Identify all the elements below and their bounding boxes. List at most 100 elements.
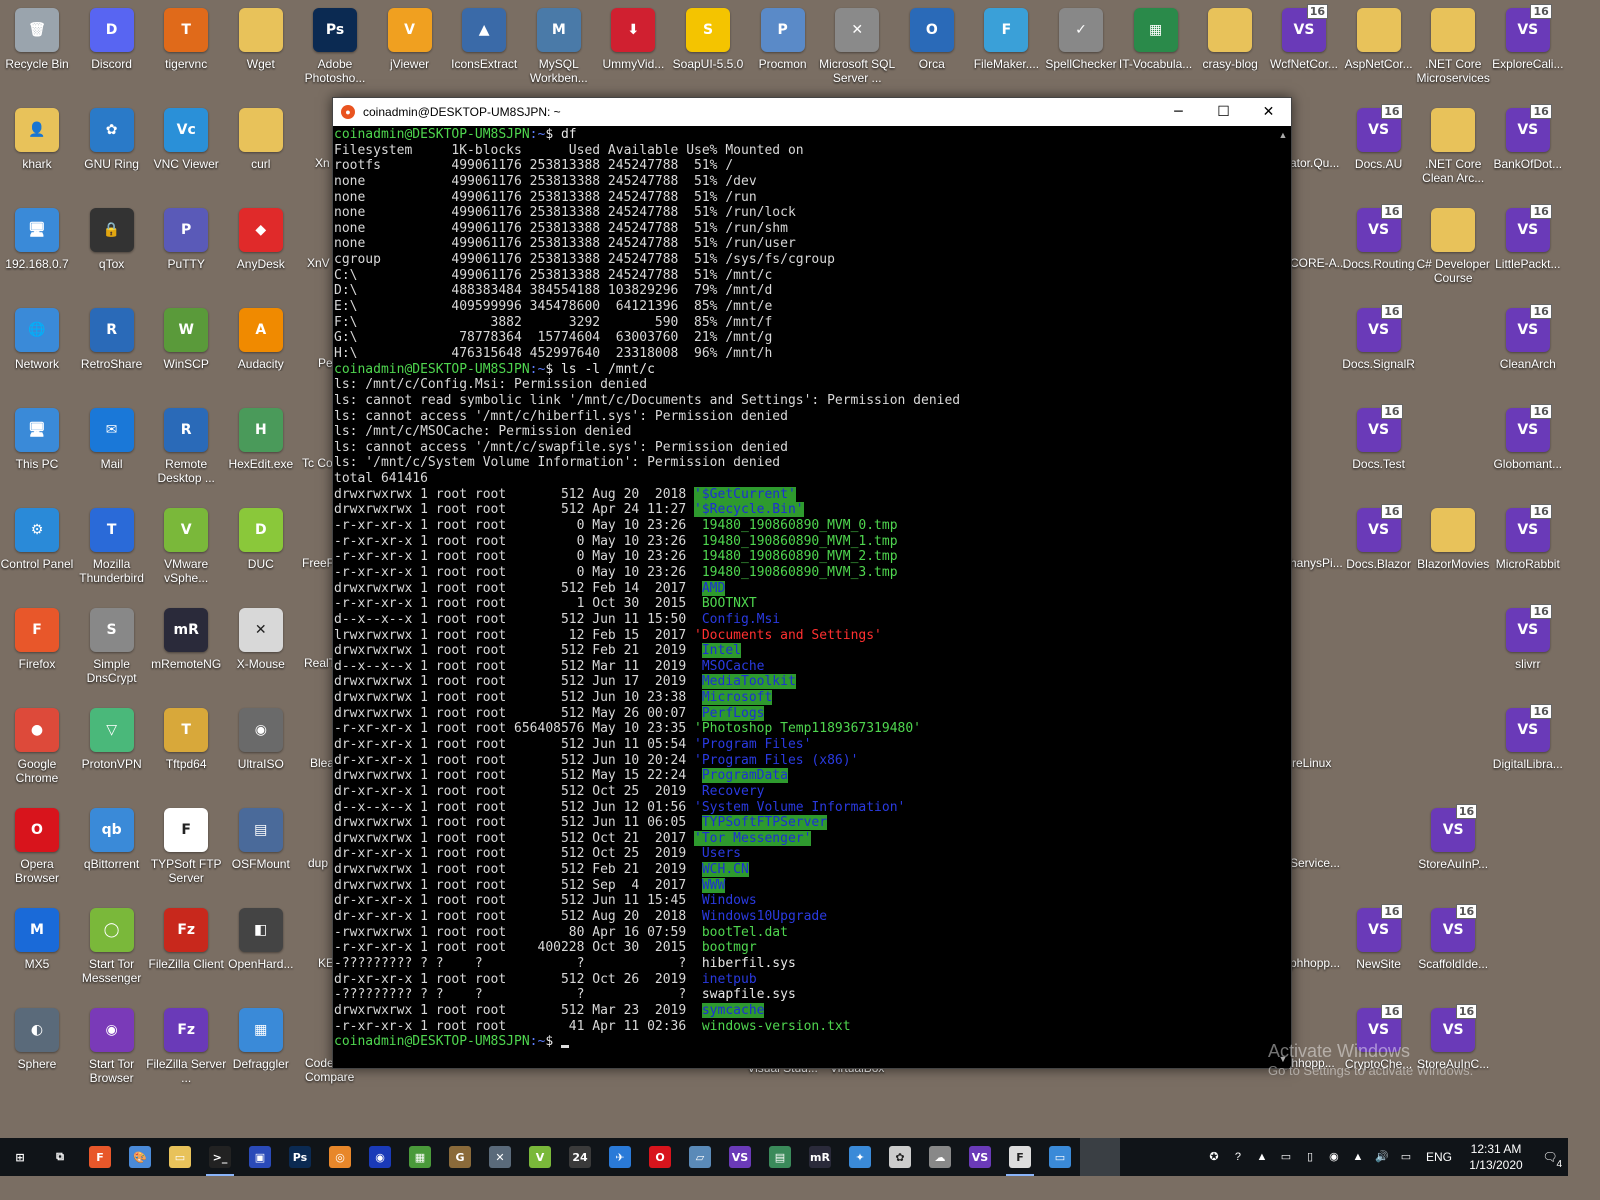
taskbar-save-app[interactable]: ▣ [240,1138,280,1176]
desktop-icon[interactable]: O Orca [895,0,969,96]
tray-icon[interactable]: ? [1230,1149,1246,1165]
partial-desktop-label[interactable]: CORE-A... [1290,256,1350,270]
taskbar-opera[interactable]: O [640,1138,680,1176]
tray-icon[interactable]: ▲ [1350,1149,1366,1165]
desktop-icon[interactable]: F Firefox [0,600,74,696]
tray-icon[interactable]: ✪ [1206,1149,1222,1165]
taskbar-typsoft[interactable]: F [1000,1138,1040,1176]
taskbar-cog-app[interactable]: ✿ [880,1138,920,1176]
desktop-icon[interactable]: C# Developer Course [1416,200,1490,296]
desktop-icon[interactable]: ◉ Start Tor Browser [75,1000,149,1096]
terminal-output[interactable]: coinadmin@DESKTOP-UM8SJPN:~$ df Filesyste… [333,127,1276,1067]
desktop-icon[interactable]: VjViewer [373,0,447,96]
desktop-icon[interactable]: Ttigervnc [149,0,223,96]
desktop-icon[interactable]: D DUC [224,500,298,596]
taskbar-network-app[interactable]: ✦ [840,1138,880,1176]
desktop-icon[interactable]: VS CleanArch [1491,300,1565,396]
taskbar-window-app[interactable]: ▭ [1040,1138,1080,1176]
desktop-icon[interactable]: ⬇ UmmyVid... [596,0,670,96]
tray-icon[interactable]: ◉ [1326,1149,1342,1165]
desktop-icon[interactable]: ✓ SpellChecker [1044,0,1118,96]
notification-center-button[interactable]: 🗨 4 [1532,1150,1568,1170]
desktop-icon[interactable]: VS NewSite [1342,900,1416,996]
desktop-icon[interactable]: ▽ ProtonVPN [75,700,149,796]
partial-desktop-label[interactable]: phhopp... [1290,956,1350,970]
task-view-button[interactable]: ⧉ [40,1138,80,1176]
tray-icon[interactable]: 🔊 [1374,1149,1390,1165]
desktop-icon[interactable]: ▦ IT-Vocabula... [1119,0,1193,96]
taskbar-paint[interactable]: 🎨 [120,1138,160,1176]
tray-icon[interactable]: ▲ [1254,1149,1270,1165]
taskbar-mremoteng[interactable]: mR [800,1138,840,1176]
taskbar-vs-code[interactable]: VS [960,1138,1000,1176]
partial-desktop-label[interactable]: ator.Qu... [1290,156,1350,170]
scroll-up-icon[interactable]: ▲ [1275,127,1291,143]
desktop-icon[interactable]: F FileMaker.... [969,0,1043,96]
desktop-icon[interactable]: ✉ Mail [75,400,149,496]
desktop-icon[interactable]: VS Docs.Blazor [1342,500,1416,596]
taskbar-mail-app[interactable]: ✈ [600,1138,640,1176]
desktop-icon[interactable]: ▤ OSFMount [224,800,298,896]
desktop-icon[interactable]: VS slivrr [1491,600,1565,696]
desktop-icon[interactable]: 🖥 192.168.0.7 [0,200,74,296]
minimize-button[interactable]: ─ [1156,98,1201,126]
desktop-icon[interactable]: ◉ UltraISO [224,700,298,796]
desktop-icon[interactable]: Wget [224,0,298,96]
desktop-icon[interactable]: ▦ Defraggler [224,1000,298,1096]
desktop-icon[interactable]: ◯ Start Tor Messenger [75,900,149,996]
desktop-icon[interactable]: 🔒 qTox [75,200,149,296]
desktop-icon[interactable]: VS Docs.AU [1342,100,1416,196]
desktop-icon[interactable]: VS Globomant... [1491,400,1565,496]
taskbar-cloud-app[interactable]: ☁ [920,1138,960,1176]
taskbar-calendar[interactable]: 24 [560,1138,600,1176]
desktop-icon[interactable]: Fz FileZilla Server ... [146,1000,226,1096]
desktop-icon[interactable]: 🖥 This PC [0,400,74,496]
desktop-icon[interactable]: R Remote Desktop ... [149,400,223,496]
desktop-icon[interactable]: 🌐 Network [0,300,74,396]
desktop-icon[interactable]: AspNetCor... [1342,0,1416,96]
desktop-icon[interactable]: ◐ Sphere [0,1000,74,1096]
desktop-icon[interactable]: VS Docs.Test [1342,400,1416,496]
desktop-icon[interactable]: R RetroShare [75,300,149,396]
desktop-icon[interactable]: crasy-blog [1193,0,1267,96]
desktop-icon[interactable]: VS MicroRabbit [1491,500,1565,596]
partial-desktop-label[interactable]: hanysPi... [1290,556,1350,570]
desktop-icon[interactable]: ✿ GNU Ring [75,100,149,196]
desktop-icon[interactable]: ⚙ Control Panel [0,500,74,596]
desktop-icon[interactable]: ◆ AnyDesk [224,200,298,296]
desktop-icon[interactable]: Ps Adobe Photosho... [298,0,372,96]
close-button[interactable]: ✕ [1246,98,1291,126]
partial-desktop-label[interactable]: Service... [1290,856,1350,870]
maximize-button[interactable]: ☐ [1201,98,1246,126]
taskbar-file-explorer[interactable]: ▭ [160,1138,200,1176]
desktop-icon[interactable]: V VMware vSphe... [149,500,223,596]
taskbar-active-slot[interactable] [1080,1138,1120,1176]
desktop-icon[interactable]: ● Google Chrome [0,700,74,796]
taskbar-notes[interactable]: ▱ [680,1138,720,1176]
desktop-icon[interactable]: ✕ Microsoft SQL Server ... [819,0,895,96]
desktop-icon[interactable]: VS ExploreCali... [1491,0,1565,96]
desktop-icon[interactable]: VS Docs.Routing [1342,200,1416,296]
desktop-icon[interactable]: VS ScaffoldIde... [1416,900,1490,996]
taskbar-blender[interactable]: ◎ [320,1138,360,1176]
taskbar-terminal[interactable]: >_ [200,1138,240,1176]
desktop-icon[interactable]: M MySQL Workben... [522,0,596,96]
desktop-icon[interactable]: ✕ X-Mouse [224,600,298,696]
desktop-icon[interactable]: T Mozilla Thunderbird [75,500,149,596]
desktop-icon[interactable]: curl [224,100,298,196]
desktop-icon[interactable]: .NET Core Clean Arc... [1416,100,1490,196]
desktop-icon[interactable]: P PuTTY [149,200,223,296]
start-button[interactable]: ⊞ [0,1138,40,1176]
desktop-icon[interactable]: M MX5 [0,900,74,996]
taskbar-vmware[interactable]: V [520,1138,560,1176]
language-indicator[interactable]: ENG [1426,1150,1452,1164]
taskbar-photoshop[interactable]: Ps [280,1138,320,1176]
terminal-titlebar[interactable]: ● coinadmin@DESKTOP-UM8SJPN: ~ ─ ☐ ✕ [333,98,1291,126]
desktop-icon[interactable]: F TYPSoft FTP Server [149,800,223,896]
taskbar-tools-app[interactable]: ✕ [480,1138,520,1176]
desktop-icon[interactable]: P Procmon [746,0,820,96]
desktop-icon[interactable]: .NET Core Microservices [1416,0,1490,96]
desktop-icon[interactable]: ▲ IconsExtract [447,0,521,96]
clock[interactable]: 12:31 AM 1/13/2020 [1460,1141,1532,1173]
desktop-icon[interactable]: S SoapUI-5.5.0 [671,0,745,96]
